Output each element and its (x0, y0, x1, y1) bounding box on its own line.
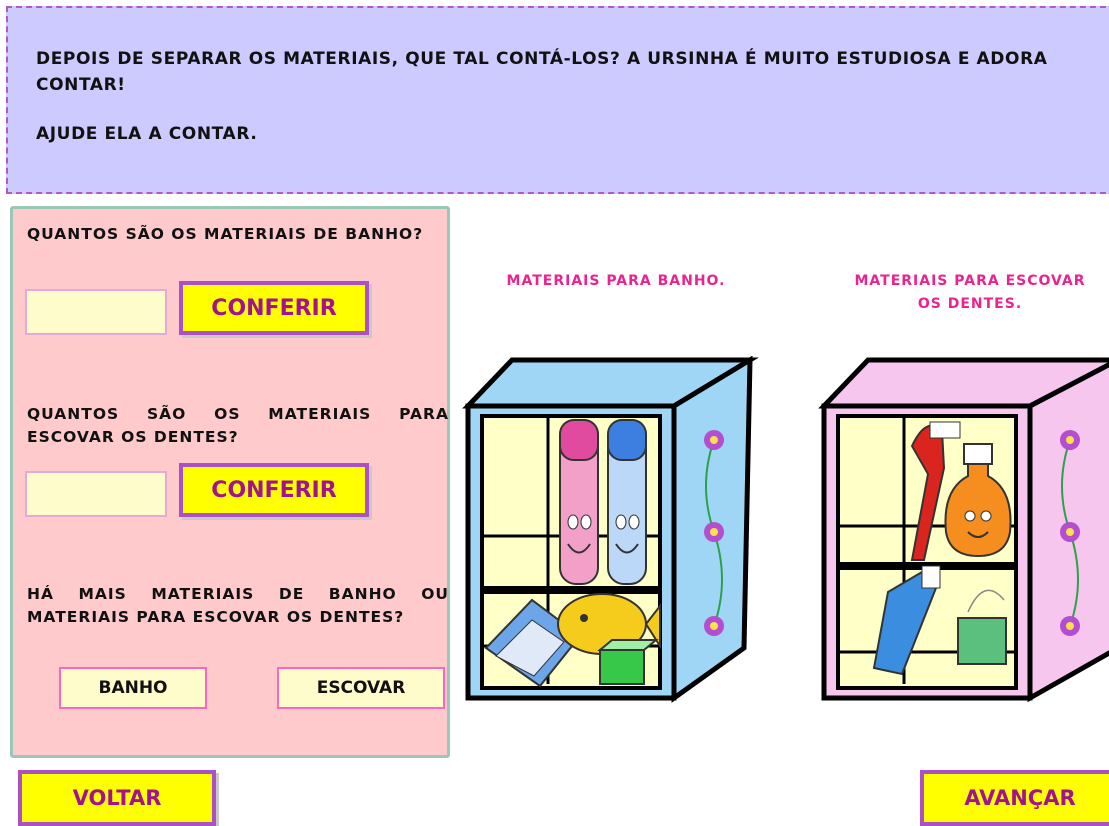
instruction-banner: DEPOIS DE SEPARAR OS MATERIAIS, QUE TAL … (6, 6, 1109, 194)
instruction-text: DEPOIS DE SEPARAR OS MATERIAIS, QUE TAL … (36, 49, 1048, 95)
check-teeth-button[interactable]: CONFERIR (179, 463, 369, 517)
next-button[interactable]: AVANÇAR (920, 770, 1109, 826)
choose-bath-button[interactable]: BANHO (59, 667, 207, 709)
question-bath-count: QUANTOS SÃO OS MATERIAIS DE BANHO? (27, 225, 424, 243)
back-button[interactable]: VOLTAR (18, 770, 216, 826)
blue-bottle-icon (607, 419, 647, 585)
teeth-cabinet-title: MATERIAIS PARA ESCOVAR OS DENTES. (854, 273, 1086, 312)
check-bath-button[interactable]: CONFERIR (179, 281, 369, 335)
bath-count-input[interactable] (25, 289, 167, 335)
question-teeth-count: QUANTOS SÃO OS MATERIAIS PARA ESCOVAR OS… (27, 405, 449, 446)
bath-cabinet-illustration (462, 356, 759, 703)
teeth-count-input[interactable] (25, 471, 167, 517)
question-panel: QUANTOS SÃO OS MATERIAIS DE BANHO? CONFE… (10, 206, 450, 758)
instruction-help-text: AJUDE ELA A CONTAR. (36, 124, 258, 144)
question-comparison: HÁ MAIS MATERIAIS DE BANHO OU MATERIAIS … (27, 585, 449, 626)
pink-bottle-icon (559, 419, 599, 585)
teeth-cabinet-illustration (818, 357, 1109, 703)
bath-cabinet-title: MATERIAIS PARA BANHO. (506, 273, 726, 289)
choose-teeth-button[interactable]: ESCOVAR (277, 667, 445, 709)
